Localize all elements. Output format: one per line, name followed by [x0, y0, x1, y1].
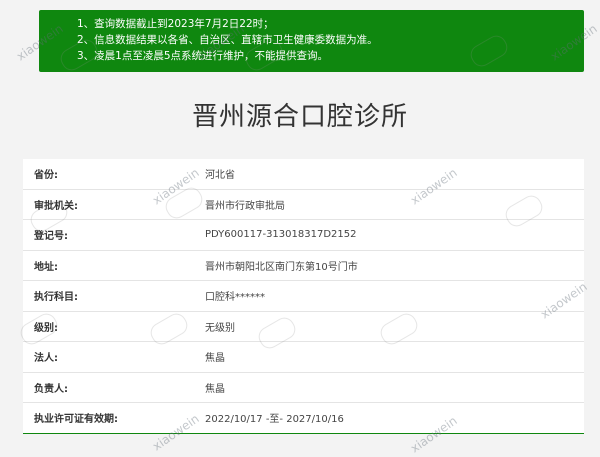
- row-value: 2022/10/17 -至- 2027/10/16: [205, 414, 344, 426]
- row-value: 无级别: [205, 322, 235, 334]
- info-row-license-validity: 执业许可证有效期: 2022/10/17 -至- 2027/10/16: [23, 403, 584, 434]
- info-row-registration-number: 登记号: PDY600117-313018317D2152: [23, 220, 584, 251]
- page: 1、查询数据截止到2023年7月2日22时； 2、信息数据结果以各省、自治区、直…: [0, 0, 600, 457]
- row-value: 焦晶: [205, 353, 225, 365]
- row-value: 河北省: [205, 170, 235, 182]
- info-row-province: 省份: 河北省: [23, 159, 584, 190]
- row-label: 地址:: [34, 261, 58, 273]
- row-label: 执业许可证有效期:: [34, 414, 118, 426]
- notice-banner: 1、查询数据截止到2023年7月2日22时； 2、信息数据结果以各省、自治区、直…: [39, 10, 584, 72]
- row-label: 负责人:: [34, 383, 68, 395]
- notice-line-2: 2、信息数据结果以各省、自治区、直辖市卫生健康委数据为准。: [77, 34, 378, 46]
- info-row-practice-subjects: 执行科目: 口腔科******: [23, 281, 584, 312]
- info-row-level: 级别: 无级别: [23, 312, 584, 342]
- row-value: 口腔科******: [205, 292, 265, 304]
- info-row-legal-person: 法人: 焦晶: [23, 342, 584, 373]
- info-row-address: 地址: 晋州市朝阳北区南门东第10号门市: [23, 251, 584, 281]
- row-value: 焦晶: [205, 383, 225, 395]
- info-row-person-in-charge: 负责人: 焦晶: [23, 373, 584, 403]
- row-label: 登记号:: [34, 231, 68, 243]
- row-value: PDY600117-313018317D2152: [205, 229, 357, 241]
- page-title: 晋州源合口腔诊所: [191, 102, 408, 132]
- clinic-info-table: 省份: 河北省 审批机关: 晋州市行政审批局 登记号: PDY600117-31…: [23, 159, 584, 434]
- row-value: 晋州市行政审批局: [205, 200, 285, 212]
- row-label: 审批机关:: [34, 200, 78, 212]
- info-row-approval-authority: 审批机关: 晋州市行政审批局: [23, 190, 584, 220]
- row-value: 晋州市朝阳北区南门东第10号门市: [205, 261, 358, 273]
- notice-line-1: 1、查询数据截止到2023年7月2日22时；: [77, 18, 274, 30]
- row-label: 省份:: [34, 170, 58, 182]
- row-label: 执行科目:: [34, 292, 78, 304]
- notice-line-3: 3、凌晨1点至凌晨5点系统进行维护，不能提供查询。: [77, 50, 329, 62]
- row-label: 级别:: [34, 322, 58, 334]
- row-label: 法人:: [34, 353, 58, 365]
